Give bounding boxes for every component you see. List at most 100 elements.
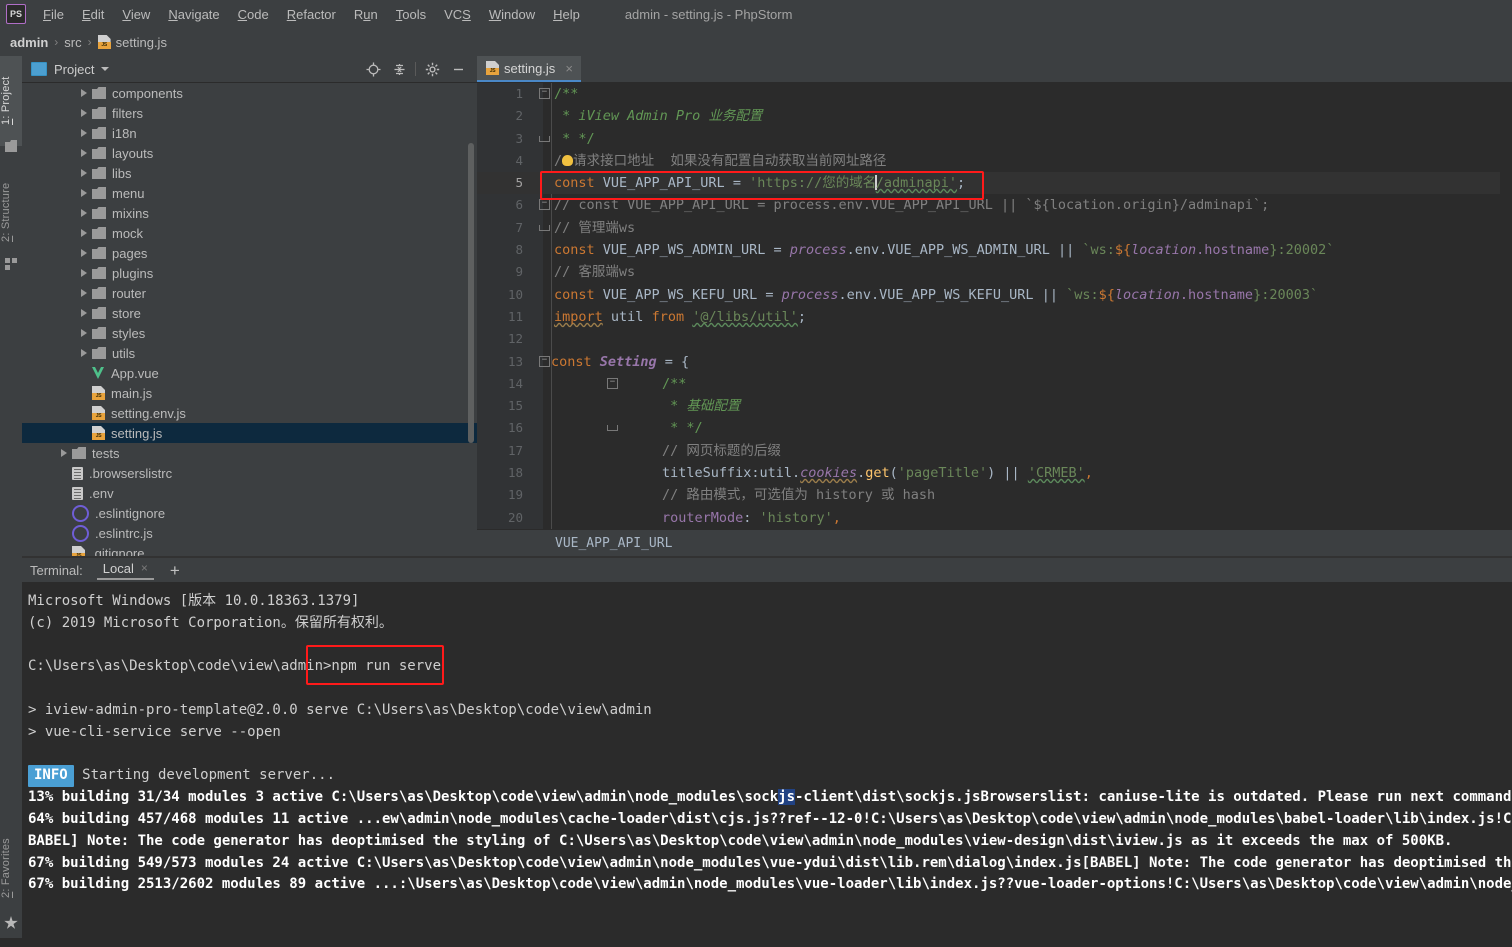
tree-item-menu[interactable]: menu (22, 183, 477, 203)
chevron-right-icon[interactable] (80, 168, 89, 178)
chevron-right-icon[interactable] (80, 228, 89, 238)
tree-item-label: plugins (112, 265, 154, 281)
tool-tab-project[interactable]: 1: Project (0, 56, 22, 146)
tree-item-styles[interactable]: styles (22, 323, 477, 343)
chevron-right-icon[interactable] (80, 288, 89, 298)
menu-refactor[interactable]: Refactor (278, 4, 345, 25)
code-viewport[interactable]: 1 − /** 2 * iView Admin Pro 业务配置 3 * */ … (477, 83, 1512, 557)
tree-item-setting-env-js[interactable]: setting.env.js (22, 403, 477, 423)
tree-item-i18n[interactable]: i18n (22, 123, 477, 143)
tree-item-pages[interactable]: pages (22, 243, 477, 263)
chevron-right-icon[interactable] (80, 328, 89, 338)
tree-item-filters[interactable]: filters (22, 103, 477, 123)
line-number: 12 (507, 331, 523, 347)
tree-item-mock[interactable]: mock (22, 223, 477, 243)
chevron-right-icon[interactable] (80, 128, 89, 138)
line-number: 6 (515, 197, 523, 213)
tree-item-utils[interactable]: utils (22, 343, 477, 363)
menu-window[interactable]: Window (480, 4, 544, 25)
breadcrumb-folder[interactable]: src (64, 35, 81, 50)
tree-item-tests[interactable]: tests (22, 443, 477, 463)
chevron-right-icon[interactable] (80, 188, 89, 198)
terminal-output[interactable]: Microsoft Windows [版本 10.0.18363.1379] (c… (22, 583, 1512, 947)
line-number: 18 (507, 465, 523, 481)
tree-item-components[interactable]: components (22, 83, 477, 103)
tree-item-plugins[interactable]: plugins (22, 263, 477, 283)
chevron-down-icon[interactable] (101, 67, 110, 71)
tree-item-layouts[interactable]: layouts (22, 143, 477, 163)
gear-icon[interactable] (419, 56, 445, 82)
menu-code[interactable]: Code (229, 4, 278, 25)
menu-vcs[interactable]: VCS (435, 4, 480, 25)
chevron-right-icon[interactable] (80, 248, 89, 258)
line-text: * */ (554, 130, 595, 147)
project-tree-scrollbar[interactable] (468, 143, 474, 443)
tree-item-store[interactable]: store (22, 303, 477, 323)
editor-tab-settingjs[interactable]: setting.js × (477, 56, 581, 82)
code-line-2: 2 * iView Admin Pro 业务配置 (477, 105, 1512, 127)
menu-view[interactable]: View (113, 4, 159, 25)
tool-tab-favorites[interactable]: 2: Favorites (0, 816, 22, 920)
lightbulb-icon[interactable] (562, 154, 574, 166)
menu-help[interactable]: Help (544, 4, 589, 25)
tree-item-browserslistrc[interactable]: .browserslistrc (22, 463, 477, 483)
line-text: import util from '@/libs/util'; (554, 306, 806, 328)
tree-item-label: filters (112, 105, 144, 121)
tree-item-setting-js[interactable]: setting.js (22, 423, 477, 443)
add-terminal-button[interactable]: + (170, 562, 180, 579)
chevron-right-icon[interactable] (80, 108, 89, 118)
menu-tools[interactable]: Tools (387, 4, 435, 25)
locate-icon[interactable] (360, 56, 386, 82)
close-icon[interactable]: × (565, 62, 573, 75)
chevron-right-icon[interactable] (80, 308, 89, 318)
folder-icon (92, 307, 106, 319)
tree-item-app-vue[interactable]: App.vue (22, 363, 477, 383)
js-file-icon-tab (486, 61, 499, 75)
line-text: /** (662, 375, 687, 392)
chevron-right-icon[interactable] (80, 88, 89, 98)
breadcrumb-root[interactable]: admin (10, 35, 48, 50)
chevron-right-icon[interactable] (60, 448, 69, 458)
chevron-right-icon[interactable] (80, 268, 89, 278)
menu-navigate[interactable]: Navigate (159, 4, 228, 25)
minimize-icon[interactable] (445, 56, 471, 82)
tree-item-eslintrc-js[interactable]: .eslintrc.js (22, 523, 477, 543)
tree-item-gitignore[interactable]: .gitignore (22, 543, 477, 556)
fold-marker-end-icon[interactable] (539, 135, 550, 142)
fold-marker-end-icon[interactable] (607, 425, 618, 432)
fold-marker-icon[interactable]: − (539, 88, 550, 99)
code-line-3: 3 * */ (477, 128, 1512, 150)
tree-item-env[interactable]: .env (22, 483, 477, 503)
tok-template-b: }:20002` (1269, 242, 1335, 259)
fold-marker-icon[interactable]: − (607, 377, 618, 389)
breadcrumb-file[interactable]: setting.js (116, 35, 167, 50)
fold-marker-end-icon[interactable] (539, 224, 550, 231)
close-icon[interactable]: × (141, 561, 148, 575)
tok-varname: VUE_APP_API_URL (594, 175, 733, 192)
tool-tab-structure[interactable]: 2: Structure (0, 160, 22, 264)
tree-item-router[interactable]: router (22, 283, 477, 303)
line-text: * iView Admin Pro 业务配置 (554, 108, 763, 125)
menu-run[interactable]: Run (345, 4, 387, 25)
chevron-right-icon[interactable] (80, 148, 89, 158)
line-text: // 客服端ws (554, 264, 636, 281)
chevron-right-icon[interactable] (80, 348, 89, 358)
comment-slash: / (554, 152, 563, 169)
collapse-all-icon[interactable] (386, 56, 412, 82)
chevron-right-icon[interactable] (80, 208, 89, 218)
fold-marker-icon[interactable]: − (539, 355, 550, 367)
fold-marker-icon[interactable]: − (539, 199, 550, 211)
terminal-tab-local[interactable]: Local × (96, 561, 154, 580)
tree-item-eslintignore[interactable]: .eslintignore (22, 503, 477, 523)
tree-item-label: pages (112, 245, 148, 261)
code-line-7: 7 // 管理端ws (477, 217, 1512, 239)
tree-item-libs[interactable]: libs (22, 163, 477, 183)
menu-file[interactable]: File (34, 4, 73, 25)
project-file-tree[interactable]: components filters i18n layouts libs menu mixi… (22, 83, 477, 556)
tree-item-mixins[interactable]: mixins (22, 203, 477, 223)
menu-edit[interactable]: Edit (73, 4, 113, 25)
editor-scrollbar[interactable] (1500, 109, 1512, 557)
line-number: 5 (515, 175, 523, 191)
tree-item-main-js[interactable]: main.js (22, 383, 477, 403)
project-window-icon (31, 62, 47, 76)
